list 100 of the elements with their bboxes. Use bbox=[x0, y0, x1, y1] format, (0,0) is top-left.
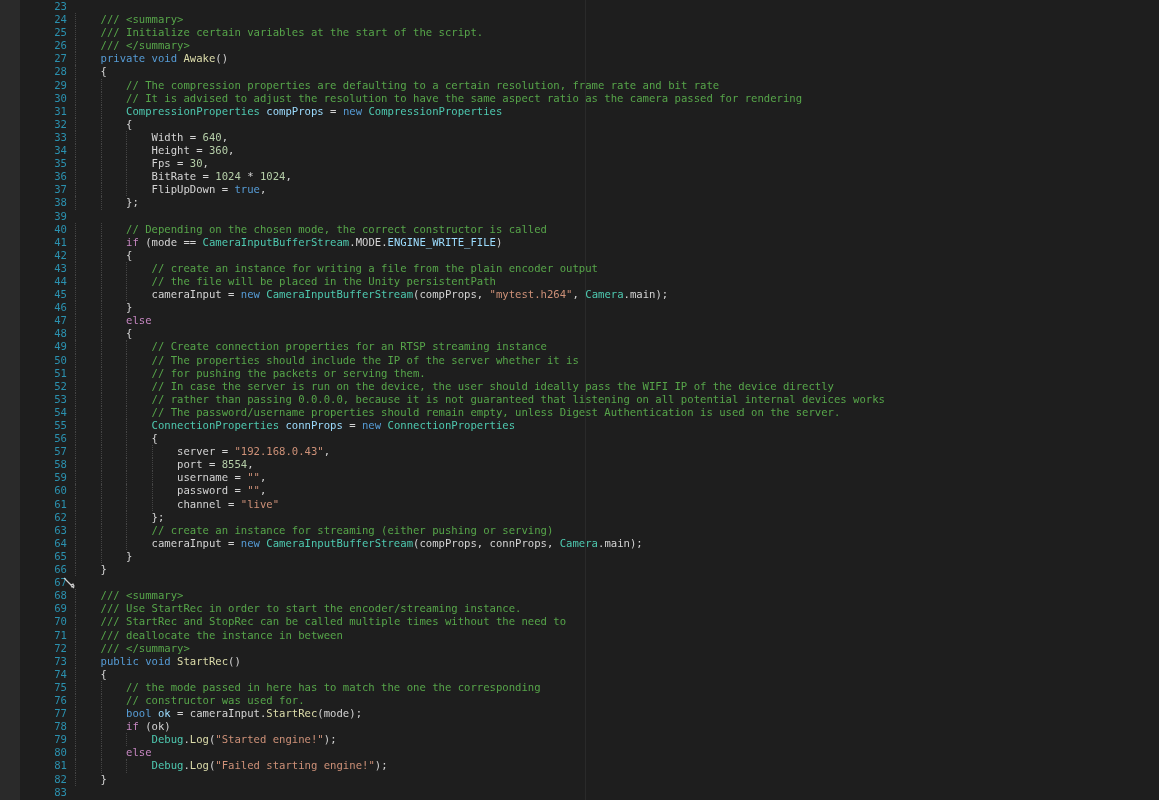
line-number: 58 bbox=[53, 458, 67, 472]
code-identifier: ENGINE_WRITE_FILE bbox=[387, 235, 496, 249]
code-comment: /// </summary> bbox=[100, 39, 190, 53]
code-comment: /// Initialize certain variables at the start of the script. bbox=[100, 26, 484, 40]
code-keyword: new bbox=[362, 419, 383, 433]
line-number: 68 bbox=[53, 589, 67, 603]
code-text: () bbox=[215, 52, 229, 66]
code-number: 1024 bbox=[259, 170, 286, 184]
code-keyword: new bbox=[240, 536, 261, 550]
code-text: .main); bbox=[623, 288, 669, 302]
line-number: 41 bbox=[53, 235, 67, 249]
line-number: 27 bbox=[53, 52, 67, 66]
code-text: (compProps, connProps, bbox=[413, 536, 555, 550]
line-number: 60 bbox=[53, 484, 67, 498]
code-type: Debug bbox=[151, 759, 184, 773]
code-keyword: if bbox=[126, 720, 139, 734]
code-number: 30 bbox=[189, 157, 203, 171]
line-number: 65 bbox=[53, 549, 67, 564]
code-text: channel = bbox=[177, 497, 236, 511]
code-text: server = bbox=[177, 445, 230, 459]
line-number: 52 bbox=[53, 379, 67, 393]
code-text: Fps = bbox=[151, 157, 185, 171]
code-text: BitRate = bbox=[151, 170, 210, 184]
line-number: 26 bbox=[53, 39, 67, 53]
code-comment: // It is advised to adjust the resolution to have the same aspect ratio as the camera passed for rendering bbox=[126, 91, 803, 105]
code-string: "192.168.0.43" bbox=[234, 445, 324, 459]
code-comment: // the file will be placed in the Unity persistentPath bbox=[151, 274, 496, 289]
line-number: 75 bbox=[53, 680, 67, 694]
code-comment: // The properties should include the IP of the server whether it is bbox=[151, 353, 579, 367]
line-number: 28 bbox=[53, 65, 67, 79]
line-number: 63 bbox=[53, 523, 67, 537]
code-text: , bbox=[259, 484, 267, 498]
code-number: 360 bbox=[208, 144, 229, 158]
code-keyword: else bbox=[126, 314, 152, 328]
code-text: ) bbox=[495, 235, 503, 248]
code-comment: /// Use StartRec in order to start the encoder/streaming instance. bbox=[100, 602, 522, 616]
code-text: (mode); bbox=[317, 707, 362, 721]
code-text: FlipUpDown = bbox=[151, 183, 230, 197]
code-text: ( bbox=[208, 759, 216, 773]
line-number: 23 bbox=[53, 0, 67, 14]
code-text: { bbox=[100, 65, 107, 79]
code-string: "mytest.h264" bbox=[489, 288, 573, 302]
code-type: ConnectionProperties bbox=[387, 419, 516, 433]
code-keyword: new bbox=[342, 104, 363, 118]
line-number: 50 bbox=[53, 353, 67, 367]
line-number: 64 bbox=[53, 536, 67, 550]
code-text: ); bbox=[323, 733, 337, 747]
code-text: , bbox=[202, 157, 209, 171]
code-text: * bbox=[246, 170, 255, 184]
line-number: 39 bbox=[53, 209, 67, 223]
code-keyword: else bbox=[126, 746, 152, 760]
code-text: (compProps, bbox=[413, 288, 485, 302]
code-function: Awake bbox=[183, 52, 216, 66]
line-number: 34 bbox=[53, 144, 67, 158]
code-comment: // Create connection properties for an RTSP streaming instance bbox=[151, 340, 547, 354]
code-text: , bbox=[323, 445, 331, 459]
line-number: 57 bbox=[53, 445, 67, 459]
line-number: 24 bbox=[53, 13, 67, 27]
code-number: 1024 bbox=[215, 170, 241, 184]
code-comment: /// </summary> bbox=[100, 641, 190, 655]
code-identifier: ok bbox=[157, 707, 171, 721]
line-number: 78 bbox=[53, 720, 67, 734]
code-number: 8554 bbox=[221, 458, 248, 472]
line-number: 38 bbox=[53, 196, 67, 210]
code-text: , bbox=[247, 458, 254, 472]
code-type: Debug bbox=[151, 733, 184, 747]
code-text: () bbox=[228, 654, 241, 668]
code-text: (mode == bbox=[144, 235, 198, 249]
code-text: { bbox=[151, 432, 158, 446]
line-number: 56 bbox=[53, 432, 67, 446]
code-text: } bbox=[126, 301, 133, 315]
code-text: ( bbox=[208, 733, 216, 747]
code-comment: /// <summary> bbox=[100, 13, 184, 27]
line-number: 43 bbox=[53, 261, 67, 275]
code-number: 640 bbox=[202, 130, 222, 145]
code-type: CompressionProperties bbox=[126, 104, 261, 118]
code-comment: // create an instance for writing a file from the plain encoder output bbox=[151, 261, 598, 275]
line-number: 45 bbox=[53, 288, 67, 302]
code-comment: // In case the server is run on the device, the user should ideally pass the WIFI IP of the device directly bbox=[151, 379, 834, 393]
line-number: 35 bbox=[53, 157, 67, 171]
code-keyword: bool bbox=[126, 707, 153, 721]
line-number: 33 bbox=[53, 130, 67, 145]
line-number: 53 bbox=[53, 392, 67, 406]
line-number: 69 bbox=[53, 602, 67, 616]
line-number: 48 bbox=[53, 327, 67, 341]
line-number: 42 bbox=[53, 248, 67, 262]
code-type: Camera bbox=[585, 288, 624, 302]
code-text: } bbox=[126, 549, 133, 564]
code-comment: /// deallocate the instance in between bbox=[100, 628, 343, 642]
line-number: 77 bbox=[53, 707, 67, 721]
code-text: . bbox=[183, 759, 190, 773]
code-string: "" bbox=[247, 471, 260, 485]
line-number: 66 bbox=[53, 563, 67, 577]
code-text: port = bbox=[177, 458, 217, 472]
code-keyword: void bbox=[145, 654, 172, 668]
line-number: 31 bbox=[53, 104, 67, 118]
code-string: "Started engine!" bbox=[215, 733, 324, 747]
line-number: 46 bbox=[53, 301, 67, 315]
code-comment: // the mode passed in here has to match the one the corresponding bbox=[126, 680, 541, 694]
code-text: Height = bbox=[151, 144, 204, 158]
